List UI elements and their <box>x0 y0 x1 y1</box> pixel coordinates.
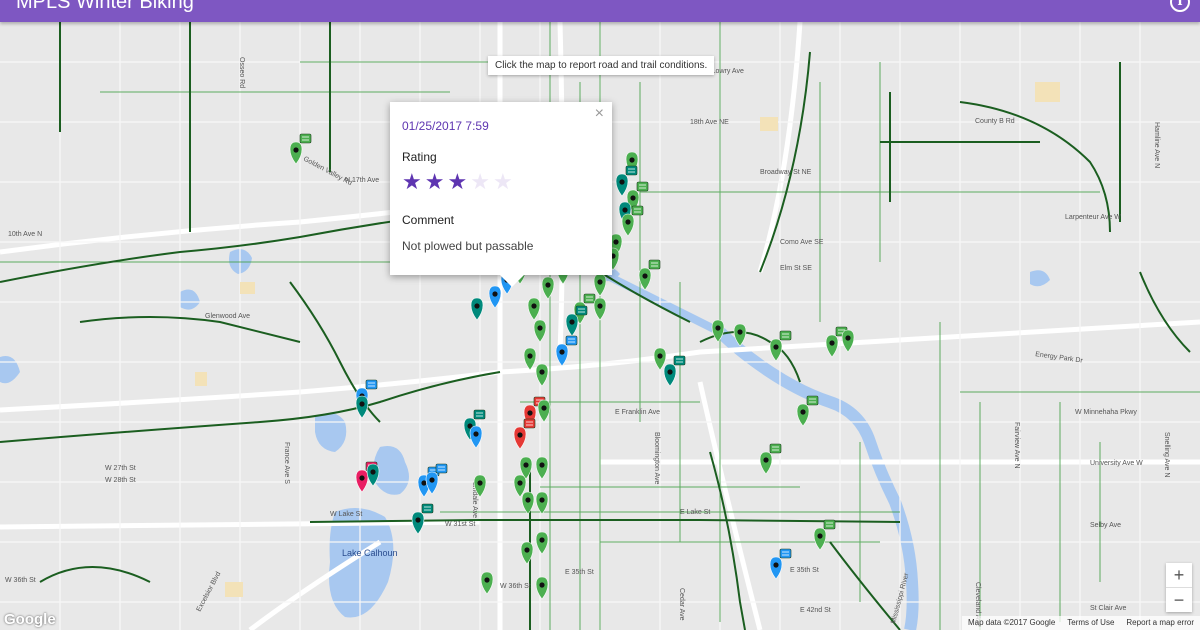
zoom-out-button[interactable]: − <box>1166 587 1192 612</box>
zoom-control: + − <box>1166 563 1192 612</box>
svg-text:E 35th St: E 35th St <box>790 567 819 574</box>
svg-text:E 35th St: E 35th St <box>565 569 594 576</box>
comment-bubble-icon <box>473 409 486 420</box>
svg-text:W Lake St: W Lake St <box>330 511 362 518</box>
svg-text:W 31st St: W 31st St <box>445 521 475 528</box>
svg-text:18th Ave NE: 18th Ave NE <box>690 119 729 126</box>
comment-bubble-icon <box>779 548 792 559</box>
svg-text:W Minnehaha Pkwy: W Minnehaha Pkwy <box>1075 409 1137 416</box>
comment-bubble-icon <box>779 330 792 341</box>
close-icon[interactable]: × <box>595 105 604 123</box>
map-attribution: Map data ©2017 Google Terms of Use Report … <box>961 616 1200 630</box>
comment-bubble-icon <box>625 165 638 176</box>
svg-text:Selby Ave: Selby Ave <box>1090 522 1121 529</box>
star-icon: ★ <box>447 170 468 195</box>
comment-bubble-icon <box>673 355 686 366</box>
google-logo: Google <box>4 611 56 628</box>
star-icon: ★ <box>402 170 422 195</box>
svg-text:W 28th St: W 28th St <box>105 477 136 484</box>
comment-bubble-icon <box>806 395 819 406</box>
comment-bubble-icon <box>365 379 378 390</box>
comment-text: Not plowed but passable <box>402 239 534 253</box>
svg-text:Osseo Rd: Osseo Rd <box>238 57 245 88</box>
comment-bubble-icon <box>823 519 836 530</box>
terms-link[interactable]: Terms of Use <box>1061 616 1120 629</box>
comment-bubble-icon <box>583 293 596 304</box>
svg-text:Cedar Ave: Cedar Ave <box>678 588 685 621</box>
star-icon: ★ <box>424 170 445 195</box>
star-icon: ★ <box>470 170 490 195</box>
report-date: 01/25/2017 7:59 <box>402 119 489 133</box>
report-error-link[interactable]: Report a map error <box>1120 616 1200 629</box>
svg-text:Como Ave SE: Como Ave SE <box>780 239 824 246</box>
svg-text:N 17th Ave: N 17th Ave <box>345 177 379 184</box>
comment-bubble-icon <box>636 181 649 192</box>
svg-text:Larpenteur Ave W: Larpenteur Ave W <box>1065 214 1121 221</box>
svg-text:10th Ave N: 10th Ave N <box>8 231 42 238</box>
svg-text:Fairview Ave N: Fairview Ave N <box>1013 422 1020 469</box>
svg-text:E Lake St: E Lake St <box>680 509 710 516</box>
comment-bubble-icon <box>575 305 588 316</box>
star-icon: ★ <box>492 170 513 195</box>
svg-text:University Ave W: University Ave W <box>1090 460 1143 467</box>
svg-text:E 42nd St: E 42nd St <box>800 607 831 614</box>
svg-text:Bloomington Ave: Bloomington Ave <box>653 432 660 485</box>
svg-text:E Franklin Ave: E Franklin Ave <box>615 409 660 416</box>
map-canvas[interactable]: Golden Valley Rd N 17th Ave 10th Ave N G… <box>0 22 1200 630</box>
svg-text:Elm St SE: Elm St SE <box>780 265 812 272</box>
map-hint: Click the map to report road and trail c… <box>488 56 715 75</box>
svg-text:France Ave S: France Ave S <box>283 442 290 484</box>
comment-label: Comment <box>402 213 455 227</box>
report-popup: × 01/25/2017 7:59 Rating ★ ★ ★ ★ ★ Comment N… <box>390 102 612 287</box>
comment-bubble-icon <box>769 443 782 454</box>
svg-text:W 36th St: W 36th St <box>5 577 36 584</box>
map-data-credit: Map data ©2017 Google <box>967 618 1056 627</box>
svg-text:Hamline Ave N: Hamline Ave N <box>1153 122 1160 168</box>
comment-bubble-icon <box>299 133 312 144</box>
svg-text:Broadway St NE: Broadway St NE <box>760 169 812 176</box>
rating-stars: ★ ★ ★ ★ ★ <box>402 170 516 195</box>
info-icon[interactable]: i <box>1170 0 1190 12</box>
app-title: MPLS Winter Biking <box>16 0 194 13</box>
comment-bubble-icon <box>631 205 644 216</box>
comment-bubble-icon <box>648 259 661 270</box>
svg-text:St Clair Ave: St Clair Ave <box>1090 605 1127 612</box>
svg-text:Lake Calhoun: Lake Calhoun <box>342 548 398 558</box>
svg-text:Glenwood Ave: Glenwood Ave <box>205 313 250 320</box>
svg-text:County B Rd: County B Rd <box>975 118 1015 125</box>
zoom-in-button[interactable]: + <box>1166 563 1192 587</box>
comment-bubble-icon <box>435 463 448 474</box>
comment-bubble-icon <box>421 503 434 514</box>
svg-text:Snelling Ave N: Snelling Ave N <box>1163 432 1170 477</box>
svg-text:W 36th St: W 36th St <box>500 583 531 590</box>
comment-bubble-icon <box>565 335 578 346</box>
comment-bubble-icon <box>523 418 536 429</box>
rating-label: Rating <box>402 150 437 164</box>
app-header: MPLS Winter Biking i <box>0 0 1200 22</box>
svg-text:W 27th St: W 27th St <box>105 465 136 472</box>
